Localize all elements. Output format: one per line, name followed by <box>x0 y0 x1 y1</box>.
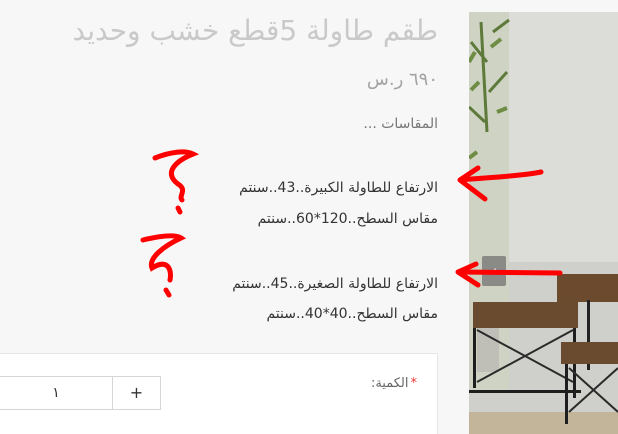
quantity-plus-button[interactable]: + <box>112 377 160 409</box>
product-photo <box>469 12 618 434</box>
description-intro: المقاسات ... <box>363 116 438 132</box>
product-image[interactable] <box>469 12 618 434</box>
gallery-prev-button[interactable]: ‹ <box>482 256 506 286</box>
required-mark: * <box>410 376 418 391</box>
quantity-label-text: الكمية: <box>370 376 409 391</box>
product-title: طقم طاولة 5قطع خشب وحديد <box>72 14 438 47</box>
product-price: ٦٩٠ ر.س <box>366 69 438 90</box>
small-table-height: الارتفاع للطاولة الصغيرة..45..سنتم <box>232 276 438 292</box>
quantity-label: *الكمية: <box>371 376 417 391</box>
small-table-surface: مقاس السطح..40*40..سنتم <box>266 306 438 322</box>
quantity-section: *الكمية: ١ + <box>0 353 438 434</box>
product-details: طقم طاولة 5قطع خشب وحديد ٦٩٠ ر.س المقاسا… <box>0 0 462 434</box>
large-table-height: الارتفاع للطاولة الكبيرة..43..سنتم <box>239 180 438 196</box>
quantity-input[interactable]: ١ <box>0 377 112 409</box>
quantity-stepper[interactable]: ١ + <box>0 376 161 410</box>
large-table-surface: مقاس السطح..120*60..سنتم <box>257 211 438 227</box>
